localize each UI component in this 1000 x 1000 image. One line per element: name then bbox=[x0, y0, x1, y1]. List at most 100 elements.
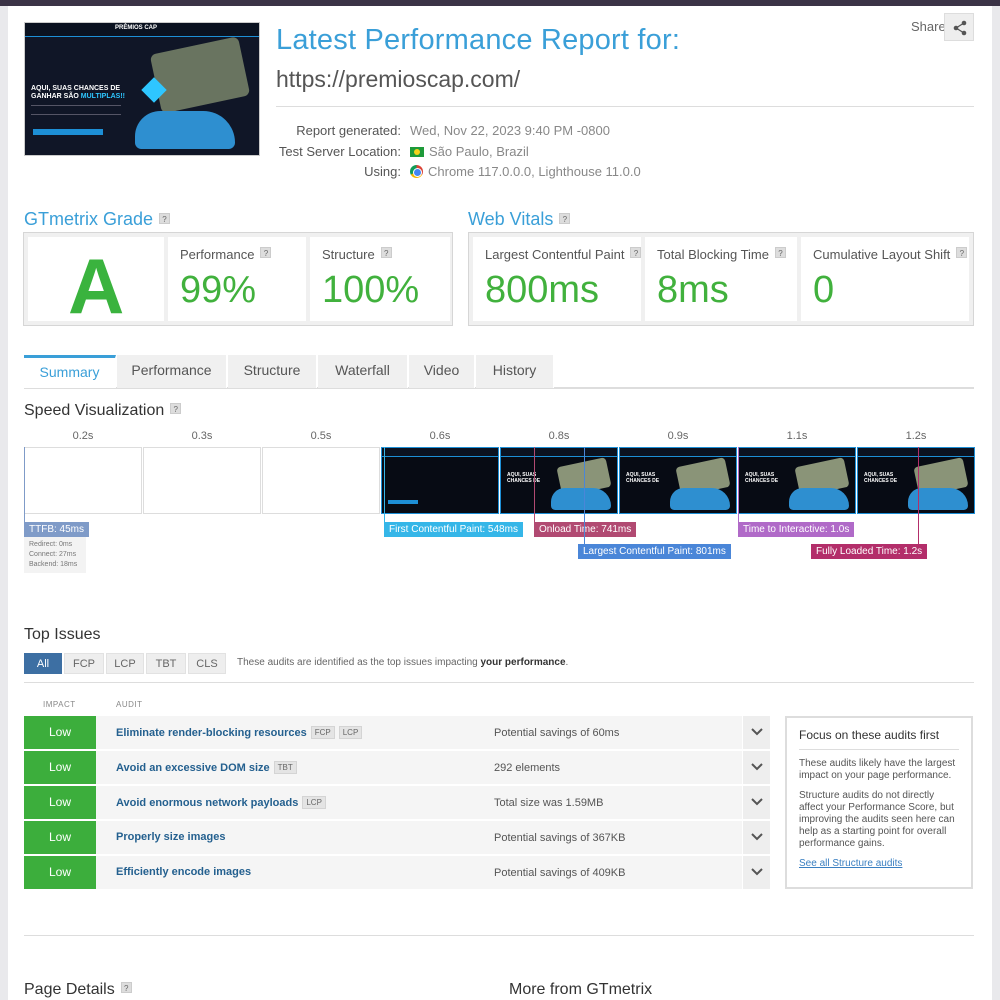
help-icon[interactable]: ? bbox=[630, 247, 642, 258]
tti-marker[interactable]: Time to Interactive: 1.0s bbox=[738, 522, 855, 537]
expand-button[interactable] bbox=[742, 856, 770, 889]
expand-button[interactable] bbox=[742, 786, 770, 819]
tab-performance[interactable]: Performance bbox=[117, 355, 227, 388]
site-screenshot-thumbnail: PRÊMIOS CAP AQUI, SUAS CHANCES DE GANHAR… bbox=[24, 22, 260, 156]
meta-value-location: São Paulo, Brazil bbox=[429, 144, 529, 159]
timeline-tick: 0.9s bbox=[667, 430, 689, 442]
audit-row[interactable]: Low Avoid enormous network payloads LCP T… bbox=[24, 786, 770, 819]
filmstrip-frame[interactable] bbox=[143, 447, 261, 514]
tbt-cell: Total Blocking Time? 8ms bbox=[645, 237, 797, 321]
expand-button[interactable] bbox=[742, 821, 770, 854]
ttfb-marker[interactable]: TTFB: 45ms bbox=[24, 522, 90, 537]
filmstrip-frame[interactable] bbox=[24, 447, 142, 514]
grade-cell: A bbox=[28, 237, 164, 330]
audit-title[interactable]: Avoid enormous network payloads bbox=[116, 797, 298, 809]
expand-button[interactable] bbox=[742, 716, 770, 749]
ttfb-marker-line bbox=[24, 447, 25, 522]
impact-badge: Low bbox=[24, 716, 96, 749]
focus-panel-text: These audits likely have the largest imp… bbox=[799, 758, 956, 781]
more-from-gtmetrix-title: More from GTmetrix bbox=[509, 981, 653, 998]
filter-tbt[interactable]: TBT bbox=[146, 653, 186, 674]
audit-detail: Potential savings of 409KB bbox=[494, 867, 626, 879]
frame-cta bbox=[388, 500, 418, 504]
help-icon[interactable]: ? bbox=[380, 247, 392, 258]
audit-title[interactable]: Properly size images bbox=[116, 831, 225, 843]
filmstrip-frame[interactable]: AQUI, SUAS CHANCES DE bbox=[857, 447, 975, 514]
impact-badge: Low bbox=[24, 821, 96, 854]
filmstrip-frame[interactable]: AQUI, SUAS CHANCES DE bbox=[738, 447, 856, 514]
audit-title[interactable]: Eliminate render-blocking resources bbox=[116, 727, 307, 739]
filter-fcp[interactable]: FCP bbox=[64, 653, 104, 674]
audit-tag: FCP bbox=[310, 726, 335, 739]
lcp-marker[interactable]: Largest Contentful Paint: 801ms bbox=[578, 544, 731, 559]
lcp-value: 800ms bbox=[485, 269, 600, 311]
thumbnail-money-image bbox=[149, 36, 251, 114]
help-icon[interactable]: ? bbox=[559, 213, 571, 224]
report-url[interactable]: https://premioscap.com/ bbox=[276, 66, 520, 93]
audit-row[interactable]: Low Eliminate render-blocking resources F… bbox=[24, 716, 770, 749]
audit-title[interactable]: Efficiently encode images bbox=[116, 866, 251, 878]
audit-detail: 292 elements bbox=[494, 762, 561, 774]
ttfb-breakdown: Redirect: 0ms Connect: 27ms Backend: 18m… bbox=[24, 537, 86, 573]
audit-row[interactable]: Low Efficiently encode images Potential … bbox=[24, 856, 770, 889]
filmstrip-frame[interactable]: AQUI, SUAS CHANCES DE bbox=[500, 447, 618, 514]
cls-cell: Cumulative Layout Shift? 0 bbox=[801, 237, 969, 321]
tab-waterfall[interactable]: Waterfall bbox=[318, 355, 408, 388]
filter-lcp[interactable]: LCP bbox=[106, 653, 144, 674]
audit-title-wrap: Eliminate render-blocking resources FCP LC… bbox=[116, 726, 363, 739]
fully-loaded-marker-line bbox=[918, 447, 919, 544]
help-icon[interactable]: ? bbox=[170, 403, 182, 414]
fcp-marker[interactable]: First Contentful Paint: 548ms bbox=[384, 522, 523, 537]
meta-label-using: Using: bbox=[364, 164, 401, 179]
thumbnail-hero-line2: GANHAR SÃO bbox=[31, 93, 79, 100]
frame-hero-line1: AQUI, SUAS CHANCES DE bbox=[745, 472, 779, 484]
thumbnail-cta bbox=[33, 129, 103, 135]
frame-hero-text: AQUI, SUAS CHANCES DE bbox=[626, 472, 681, 484]
help-icon[interactable]: ? bbox=[159, 213, 171, 224]
filmstrip-frame[interactable]: AQUI, SUAS CHANCES DE bbox=[619, 447, 737, 514]
tab-structure[interactable]: Structure bbox=[228, 355, 317, 388]
timeline-tick: 0.2s bbox=[72, 430, 94, 442]
tti-marker-line bbox=[738, 447, 739, 522]
impact-badge: Low bbox=[24, 786, 96, 819]
performance-value: 99% bbox=[180, 269, 257, 311]
timeline-tick: 0.3s bbox=[191, 430, 213, 442]
filter-all[interactable]: All bbox=[24, 653, 62, 674]
onload-marker[interactable]: Onload Time: 741ms bbox=[534, 522, 637, 537]
see-structure-audits-link[interactable]: See all Structure audits bbox=[799, 858, 959, 869]
cls-value: 0 bbox=[813, 269, 835, 311]
tbt-value: 8ms bbox=[657, 269, 729, 311]
audit-detail: Potential savings of 60ms bbox=[494, 727, 620, 739]
filter-cls[interactable]: CLS bbox=[188, 653, 226, 674]
tab-summary[interactable]: Summary bbox=[24, 355, 116, 388]
expand-button[interactable] bbox=[742, 751, 770, 784]
audit-detail: Total size was 1.59MB bbox=[494, 797, 604, 809]
audit-row[interactable]: Low Avoid an excessive DOM size TBT 292 e… bbox=[24, 751, 770, 784]
audit-row[interactable]: Low Properly size images Potential savin… bbox=[24, 821, 770, 854]
structure-value: 100% bbox=[322, 269, 420, 311]
chevron-down-icon bbox=[751, 763, 763, 771]
help-icon[interactable]: ? bbox=[956, 247, 968, 258]
impact-badge: Low bbox=[24, 856, 96, 889]
chevron-down-icon bbox=[751, 868, 763, 876]
filmstrip-frame[interactable] bbox=[262, 447, 380, 514]
help-icon[interactable]: ? bbox=[775, 247, 786, 258]
ttfb-backend: Backend: 18ms bbox=[29, 561, 78, 568]
page-details-title: Page Details? bbox=[24, 981, 132, 999]
lcp-cell: Largest Contentful Paint? 800ms bbox=[473, 237, 642, 321]
performance-cell: Performance? 99% bbox=[168, 237, 306, 321]
section-divider bbox=[24, 935, 974, 936]
chevron-down-icon bbox=[751, 798, 763, 806]
help-icon[interactable]: ? bbox=[260, 247, 272, 258]
help-icon[interactable]: ? bbox=[120, 982, 132, 993]
tab-history[interactable]: History bbox=[476, 355, 554, 388]
meta-value-generated: Wed, Nov 22, 2023 9:40 PM -0800 bbox=[410, 123, 610, 138]
fully-loaded-marker[interactable]: Fully Loaded Time: 1.2s bbox=[811, 544, 928, 559]
frame-nav bbox=[382, 448, 498, 457]
page-details-title-text: Page Details bbox=[24, 981, 115, 998]
filmstrip-frame[interactable] bbox=[381, 447, 499, 514]
share-button[interactable] bbox=[944, 13, 974, 41]
audit-title[interactable]: Avoid an excessive DOM size bbox=[116, 762, 270, 774]
thumbnail-car-image bbox=[135, 111, 235, 149]
tab-video[interactable]: Video bbox=[409, 355, 475, 388]
